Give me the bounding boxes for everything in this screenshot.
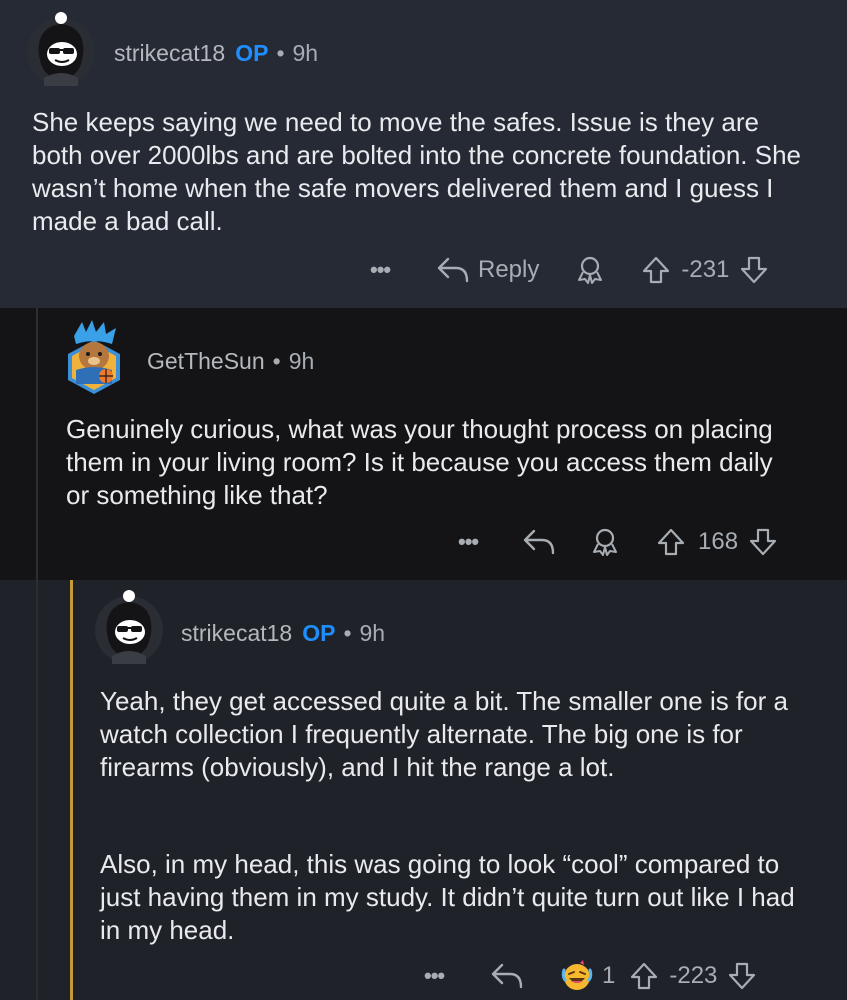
- op-badge: OP: [302, 620, 336, 646]
- reply-arrow-icon: [436, 256, 470, 284]
- upvote-button[interactable]: [656, 527, 686, 557]
- comment-actions: ••• 168: [458, 522, 778, 562]
- op-badge: OP: [235, 40, 269, 66]
- vote-score: -223: [669, 962, 718, 989]
- thread-line[interactable]: [36, 308, 38, 580]
- meta-separator: •: [276, 40, 285, 66]
- thread-line-highlighted[interactable]: [70, 580, 73, 1000]
- downvote-button[interactable]: [727, 961, 757, 991]
- snoo-sunglasses-avatar-icon[interactable]: [94, 586, 164, 664]
- reply-button[interactable]: [522, 528, 556, 556]
- award-icon[interactable]: [575, 255, 605, 285]
- laughing-award-icon[interactable]: [560, 960, 594, 992]
- reply-arrow-icon: [522, 528, 556, 556]
- downvote-button[interactable]: [748, 527, 778, 557]
- award-icon[interactable]: [590, 527, 620, 557]
- reply-button[interactable]: [490, 962, 524, 990]
- reply-label: Reply: [478, 256, 540, 283]
- blue-hair-bear-avatar-icon[interactable]: [62, 318, 126, 396]
- award-count: 1: [602, 962, 616, 989]
- reply-arrow-icon: [490, 962, 524, 990]
- more-options-button[interactable]: •••: [370, 257, 422, 283]
- upvote-button[interactable]: [629, 961, 659, 991]
- vote-score: -231: [681, 256, 730, 283]
- comment-age: 9h: [288, 348, 315, 374]
- snoo-sunglasses-avatar-icon[interactable]: [26, 8, 96, 86]
- more-options-button[interactable]: •••: [424, 963, 472, 989]
- reply-button[interactable]: Reply: [436, 256, 539, 284]
- username[interactable]: strikecat18: [181, 620, 292, 646]
- comment-meta: GetTheSun • 9h: [147, 348, 314, 375]
- comment-age: 9h: [292, 40, 319, 66]
- username[interactable]: GetTheSun: [147, 348, 265, 374]
- comment-body-paragraph: Also, in my head, this was going to look…: [100, 849, 795, 945]
- comment-3: strikecat18 OP • 9h Yeah, they get accessed…: [0, 580, 847, 1000]
- comment-meta: strikecat18 OP • 9h: [181, 620, 385, 647]
- upvote-button[interactable]: [641, 255, 671, 285]
- comment-2: GetTheSun • 9h Genuinely curious, what was…: [0, 308, 847, 580]
- meta-separator: •: [272, 348, 281, 374]
- comment-body: Genuinely curious, what was your thought…: [66, 414, 773, 510]
- comment-body: She keeps saying we need to move the saf…: [32, 107, 802, 236]
- downvote-button[interactable]: [739, 255, 769, 285]
- comment-1: strikecat18 OP • 9h She keeps saying we nee…: [0, 0, 847, 308]
- comment-meta: strikecat18 OP • 9h: [114, 40, 318, 67]
- thread-line[interactable]: [36, 580, 38, 1000]
- username[interactable]: strikecat18: [114, 40, 225, 66]
- comment-actions: ••• 1 -223: [424, 956, 757, 996]
- meta-separator: •: [343, 620, 352, 646]
- comment-actions: ••• Reply -231: [370, 250, 769, 290]
- vote-score: 168: [698, 528, 739, 555]
- more-options-button[interactable]: •••: [458, 529, 506, 555]
- comment-body-paragraph: Yeah, they get accessed quite a bit. The…: [100, 686, 788, 782]
- comment-age: 9h: [359, 620, 386, 646]
